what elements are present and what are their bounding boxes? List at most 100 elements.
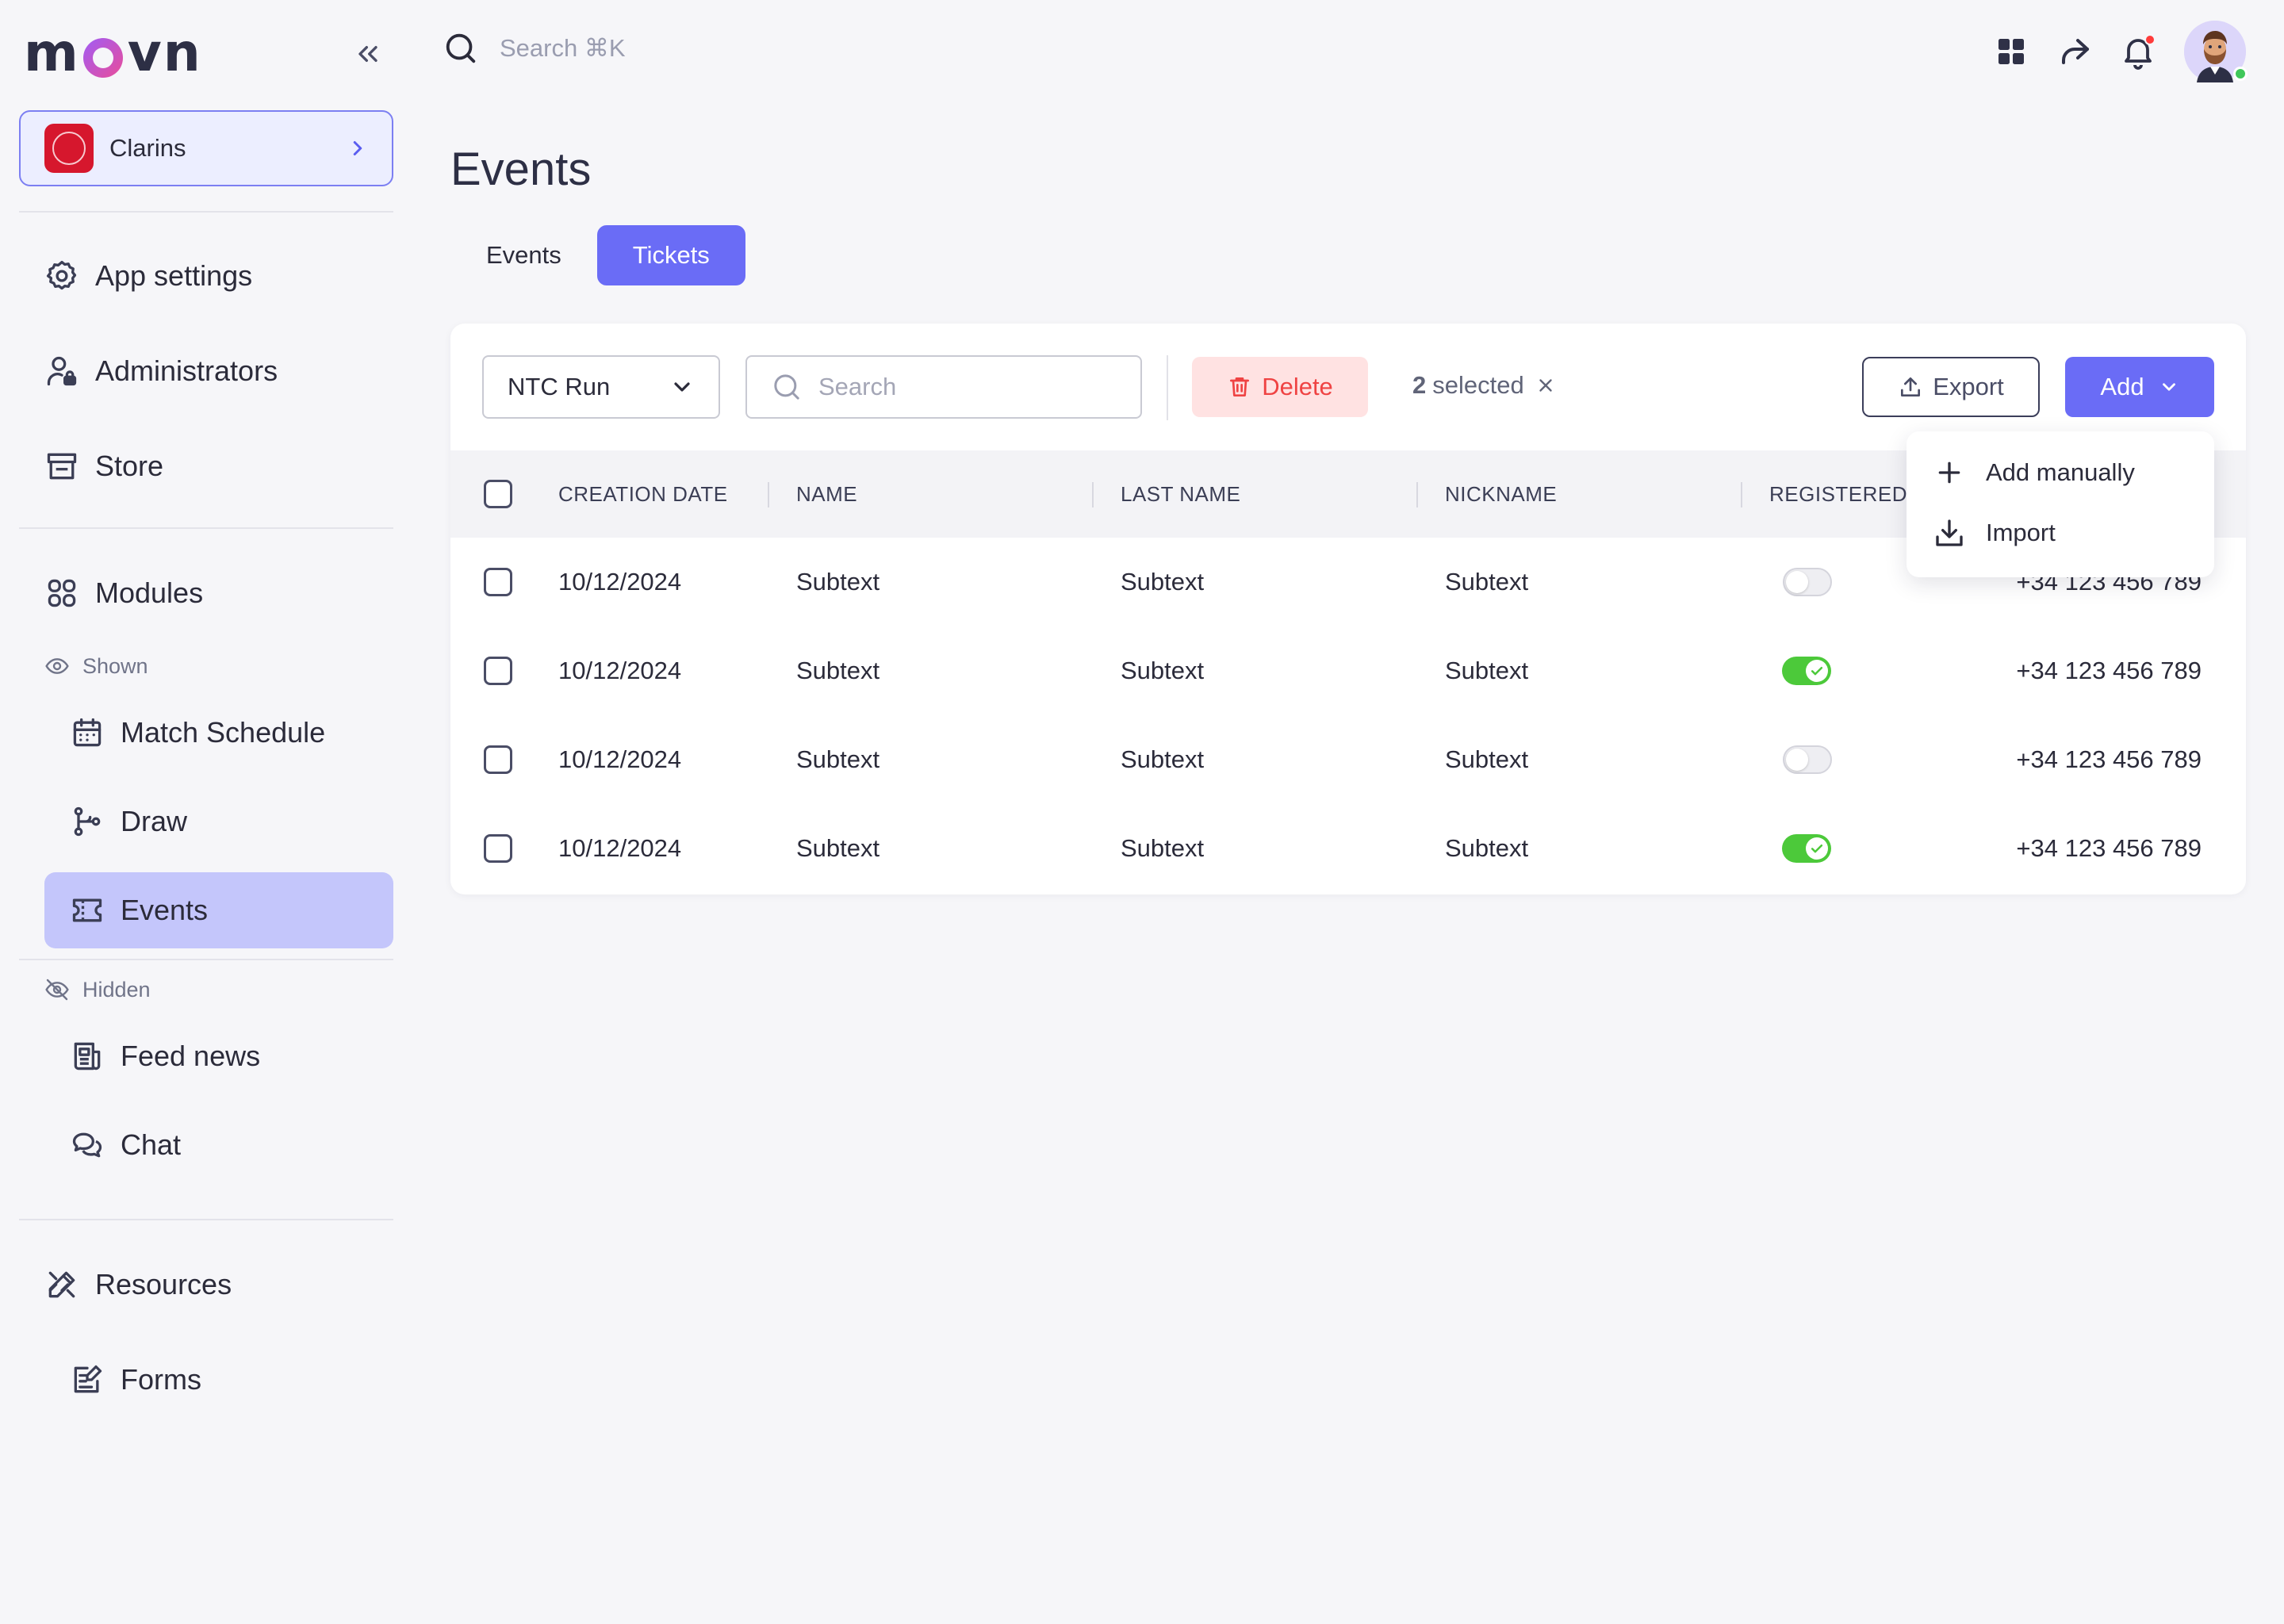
chat-icon <box>70 1128 105 1162</box>
sidebar-item-feed-news[interactable]: Feed news <box>70 1018 260 1094</box>
registered-toggle[interactable] <box>1782 834 1831 863</box>
sidebar-item-label: Chat <box>121 1128 182 1161</box>
eye-icon <box>44 653 70 679</box>
brand-logo[interactable]: m vn <box>24 27 202 79</box>
trash-icon <box>1227 374 1252 400</box>
export-button[interactable]: Export <box>1862 357 2040 417</box>
registered-toggle[interactable] <box>1783 745 1832 774</box>
search-icon <box>443 30 479 67</box>
select-all-checkbox[interactable] <box>484 480 512 508</box>
org-switcher[interactable]: Clarins <box>19 110 393 186</box>
table-search[interactable] <box>745 355 1142 419</box>
cell-date: 10/12/2024 <box>558 834 682 862</box>
sidebar-item-store[interactable]: Store <box>44 428 163 504</box>
cell-last-name: Subtext <box>1121 745 1205 773</box>
sidebar-item-modules[interactable]: Modules <box>44 555 203 631</box>
table-row[interactable]: 10/12/2024 Subtext Subtext Subtext +34 1… <box>450 715 2246 804</box>
column-separator <box>1416 482 1418 508</box>
table-row[interactable]: 10/12/2024 Subtext Subtext Subtext +34 1… <box>450 804 2246 893</box>
column-header[interactable]: LAST NAME <box>1121 450 1240 538</box>
row-checkbox[interactable] <box>484 745 512 774</box>
top-actions <box>1967 21 2248 82</box>
download-icon <box>1933 517 1965 549</box>
row-checkbox[interactable] <box>484 657 512 685</box>
sidebar-item-label: App settings <box>95 259 253 292</box>
bell-icon[interactable] <box>2119 33 2157 71</box>
tab-tickets[interactable]: Tickets <box>596 225 745 285</box>
tab-events[interactable]: Events <box>450 225 597 285</box>
sidebar-item-label: Resources <box>95 1268 232 1300</box>
cell-nickname: Subtext <box>1445 834 1529 862</box>
gear-icon <box>44 259 79 293</box>
sidebar-item-label: Events <box>121 894 209 926</box>
cell-date: 10/12/2024 <box>558 745 682 773</box>
selected-count: 2 <box>1412 371 1427 399</box>
calendar-icon <box>70 715 105 750</box>
chevron-down-icon <box>2159 377 2179 397</box>
plus-icon <box>1933 457 1965 488</box>
row-checkbox[interactable] <box>484 568 512 596</box>
column-separator <box>1741 482 1742 508</box>
menu-item-add-manually[interactable]: Add manually <box>1933 449 2135 496</box>
delete-label: Delete <box>1262 373 1333 400</box>
column-header[interactable]: REGISTERED <box>1769 450 1907 538</box>
add-dropdown-menu: Add manually Import <box>1907 431 2214 577</box>
sidebar-item-label: Match Schedule <box>121 716 326 749</box>
selection-summary: 2 selected <box>1412 371 1556 400</box>
sidebar-item-match-schedule[interactable]: Match Schedule <box>70 695 325 771</box>
clear-selection-icon[interactable] <box>1535 375 1556 396</box>
sidebar-item-resources[interactable]: Resources <box>44 1247 232 1323</box>
cell-name: Subtext <box>796 745 880 773</box>
cell-date: 10/12/2024 <box>558 657 682 684</box>
apps-grid-icon[interactable] <box>1992 33 2030 71</box>
org-logo <box>44 124 94 173</box>
notification-dot <box>2144 34 2156 45</box>
sidebar-item-app-settings[interactable]: App settings <box>44 238 252 314</box>
registered-toggle[interactable] <box>1782 657 1831 685</box>
cell-last-name: Subtext <box>1121 834 1205 862</box>
table-row[interactable]: 10/12/2024 Subtext Subtext Subtext +34 1… <box>450 626 2246 715</box>
cell-nickname: Subtext <box>1445 568 1529 596</box>
sidebar-item-forms[interactable]: Forms <box>70 1342 201 1418</box>
eye-off-icon <box>44 977 70 1002</box>
sidebar-item-events[interactable]: Events <box>70 872 208 948</box>
column-header[interactable]: NAME <box>796 450 857 538</box>
row-checkbox[interactable] <box>484 834 512 863</box>
delete-button[interactable]: Delete <box>1192 357 1368 417</box>
share-icon[interactable] <box>2056 33 2094 71</box>
global-search[interactable] <box>443 30 817 67</box>
menu-item-import[interactable]: Import <box>1933 509 2056 557</box>
org-name: Clarins <box>109 134 186 162</box>
sidebar-item-draw[interactable]: Draw <box>70 783 187 860</box>
design-tools-icon <box>44 1267 79 1302</box>
sidebar-item-administrators[interactable]: Administrators <box>44 333 278 409</box>
chevron-down-icon <box>669 374 695 400</box>
modules-icon <box>44 576 79 611</box>
sidebar-item-label: Feed news <box>121 1040 261 1072</box>
cell-phone: +34 123 456 789 <box>2016 657 2202 684</box>
event-select[interactable]: NTC Run <box>482 355 720 419</box>
sidebar-item-label: Forms <box>121 1363 201 1396</box>
sidebar-item-chat[interactable]: Chat <box>70 1107 181 1183</box>
table-search-input[interactable] <box>818 373 1120 401</box>
registered-toggle[interactable] <box>1783 568 1832 596</box>
column-header[interactable]: NICKNAME <box>1445 450 1557 538</box>
cell-name: Subtext <box>796 657 880 684</box>
toolbar-divider <box>1167 355 1168 420</box>
column-header[interactable]: CREATION DATE <box>558 450 728 538</box>
sidebar-item-label: Store <box>95 450 164 482</box>
sidebar-item-label: Draw <box>121 805 188 837</box>
cell-nickname: Subtext <box>1445 745 1529 773</box>
sidebar-divider <box>19 959 393 960</box>
column-separator <box>1092 482 1094 508</box>
form-edit-icon <box>70 1362 105 1397</box>
logo-text-left: m <box>24 22 80 83</box>
section-shown: Shown <box>44 653 148 679</box>
user-avatar[interactable] <box>2184 21 2248 82</box>
tickets-table-card: NTC Run Delete 2 selected <box>450 324 2246 894</box>
cell-name: Subtext <box>796 568 880 596</box>
collapse-sidebar-icon[interactable] <box>352 38 384 70</box>
add-label: Add <box>2100 373 2144 400</box>
add-button[interactable]: Add <box>2065 357 2214 417</box>
global-search-input[interactable] <box>500 34 817 63</box>
